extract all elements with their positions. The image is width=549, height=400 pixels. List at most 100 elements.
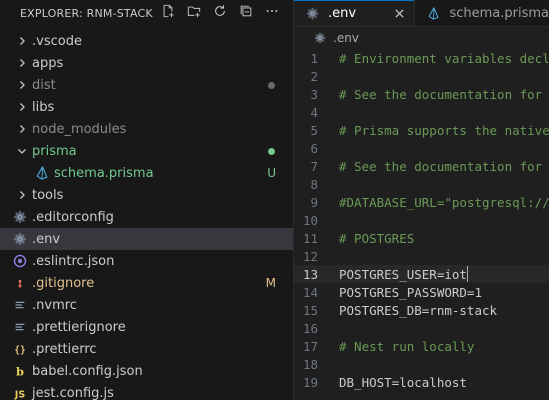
file-item-babel-config-json[interactable]: b babel.config.json	[0, 360, 293, 382]
file-item-nvmrc[interactable]: .nvmrc	[0, 294, 293, 316]
code-line[interactable]: 8	[294, 175, 549, 193]
code-line[interactable]: 6	[294, 139, 549, 157]
code-line[interactable]: 14 POSTGRES_PASSWORD=1	[294, 283, 549, 301]
file-item-jest-config-js[interactable]: JS jest.config.js	[0, 382, 293, 400]
tree-item-label: dist	[32, 77, 56, 93]
tree-item-label: schema.prisma	[54, 165, 154, 181]
svg-text:b: b	[16, 364, 24, 378]
file-item-gitignore[interactable]: .gitignore M	[0, 272, 293, 294]
eslint-icon	[12, 253, 28, 269]
braces-icon: {}	[12, 341, 28, 357]
chevron-right-icon[interactable]	[14, 30, 30, 52]
folder-item-libs[interactable]: libs	[0, 96, 293, 118]
close-icon[interactable]	[392, 6, 406, 20]
folder-item-vscode[interactable]: .vscode	[0, 30, 293, 52]
code-line[interactable]: 18	[294, 355, 549, 373]
file-item-schema-prisma[interactable]: schema.prisma U	[0, 162, 293, 184]
git-status-dot	[268, 81, 275, 89]
prisma-icon	[34, 165, 50, 181]
folder-item-tools[interactable]: tools	[0, 184, 293, 206]
folder-item-apps[interactable]: apps	[0, 52, 293, 74]
code-line[interactable]: 5 # Prisma supports the native connection…	[294, 121, 549, 139]
explorer-actions	[161, 4, 279, 18]
line-text: POSTGRES_DB=rnm-stack	[339, 302, 498, 318]
code-line[interactable]: 4	[294, 103, 549, 121]
tab-schema-prisma-label: schema.prisma	[449, 5, 549, 21]
svg-text:{}: {}	[14, 345, 26, 356]
file-item-editorconfig[interactable]: .editorconfig	[0, 206, 293, 228]
breadcrumb-item[interactable]: .env	[333, 31, 359, 45]
chevron-right-icon[interactable]	[14, 74, 30, 96]
tree-item-label: .eslintrc.json	[32, 253, 115, 269]
more-icon[interactable]	[265, 4, 279, 18]
code-editor[interactable]: 1 # Environment variables declared in thi…	[294, 49, 549, 391]
breadcrumb: .env	[294, 27, 549, 49]
file-item-env[interactable]: .env	[0, 228, 293, 250]
file-item-prettierrc[interactable]: {} .prettierrc	[0, 338, 293, 360]
git-icon	[12, 275, 28, 291]
code-line[interactable]: 3 # See the documentation for more detail…	[294, 85, 549, 103]
file-tree: .vscode apps dist libs node_modulesprisma sch…	[0, 30, 293, 400]
line-text: # Nest run locally	[339, 338, 475, 354]
code-line[interactable]: 15 POSTGRES_DB=rnm-stack	[294, 301, 549, 319]
code-line[interactable]: 16	[294, 319, 549, 337]
explorer-sidebar: EXPLORER: RNM-STACK .vscode apps dist libs n…	[0, 0, 294, 400]
line-text: DB_HOST=localhost	[339, 374, 467, 390]
tree-item-label: .editorconfig	[32, 209, 114, 225]
tree-item-label: node_modules	[32, 121, 127, 137]
collapse-all-icon[interactable]	[239, 4, 253, 18]
line-text: # See the documentation for all the conn…	[339, 158, 543, 174]
gear-icon	[314, 32, 328, 44]
line-number: 12	[302, 248, 318, 264]
file-item-eslintrc-json[interactable]: .eslintrc.json	[0, 250, 293, 272]
folder-item-prisma[interactable]: prisma	[0, 140, 293, 162]
line-text: POSTGRES_USER=iot	[339, 266, 467, 282]
git-status-badge: M	[265, 276, 276, 290]
line-text: # POSTGRES	[339, 230, 415, 246]
lines-icon	[12, 297, 28, 313]
line-number: 17	[302, 338, 318, 354]
tree-item-label: libs	[32, 99, 55, 115]
folder-item-node-modules[interactable]: node_modules	[0, 118, 293, 140]
chevron-down-icon[interactable]	[14, 140, 30, 162]
js-icon: JS	[12, 385, 28, 400]
line-number: 16	[302, 320, 318, 336]
tree-item-label: prisma	[32, 143, 77, 159]
code-line[interactable]: 7 # See the documentation for all the con…	[294, 157, 549, 175]
code-line[interactable]: 1 # Environment variables declared in thi…	[294, 49, 549, 67]
text-cursor	[466, 266, 468, 282]
code-line[interactable]: 11 # POSTGRES	[294, 229, 549, 247]
line-text: # Environment variables declared in this…	[339, 50, 549, 66]
tree-item-label: apps	[32, 55, 64, 71]
tab-schema-prisma[interactable]: schema.prisma	[414, 0, 549, 26]
chevron-right-icon[interactable]	[14, 52, 30, 74]
folder-item-dist[interactable]: dist	[0, 74, 293, 96]
code-line[interactable]: 10	[294, 211, 549, 229]
tree-item-label: tools	[32, 187, 64, 203]
code-line[interactable]: 2	[294, 67, 549, 85]
code-line[interactable]: 12	[294, 247, 549, 265]
chevron-right-icon[interactable]	[14, 96, 30, 118]
code-line[interactable]: 13 POSTGRES_USER=iot	[294, 265, 549, 283]
line-number: 3	[310, 86, 318, 102]
git-status-badge: U	[267, 166, 276, 180]
refresh-icon[interactable]	[213, 4, 227, 18]
line-number: 6	[310, 140, 318, 156]
new-file-icon[interactable]	[161, 4, 175, 18]
line-number: 11	[302, 230, 318, 246]
tab-env[interactable]: .env	[294, 0, 415, 26]
chevron-right-icon[interactable]	[14, 118, 30, 140]
line-number: 1	[310, 50, 318, 66]
line-text: POSTGRES_PASSWORD=1	[339, 284, 482, 300]
editor-tabs: .env schema.prisma	[294, 0, 549, 27]
new-folder-icon[interactable]	[187, 4, 201, 18]
line-text: # See the documentation for more detail:…	[339, 86, 543, 102]
code-line[interactable]: 19 DB_HOST=localhost	[294, 373, 549, 391]
explorer-title: EXPLORER: RNM-STACK	[20, 6, 153, 20]
line-number: 19	[302, 374, 318, 390]
chevron-right-icon[interactable]	[14, 184, 30, 206]
code-line[interactable]: 17 # Nest run locally	[294, 337, 549, 355]
code-line[interactable]: 9 #DATABASE_URL="postgresql://johndoe:ran…	[294, 193, 549, 211]
lines-icon	[12, 319, 28, 335]
file-item-prettierignore[interactable]: .prettierignore	[0, 316, 293, 338]
